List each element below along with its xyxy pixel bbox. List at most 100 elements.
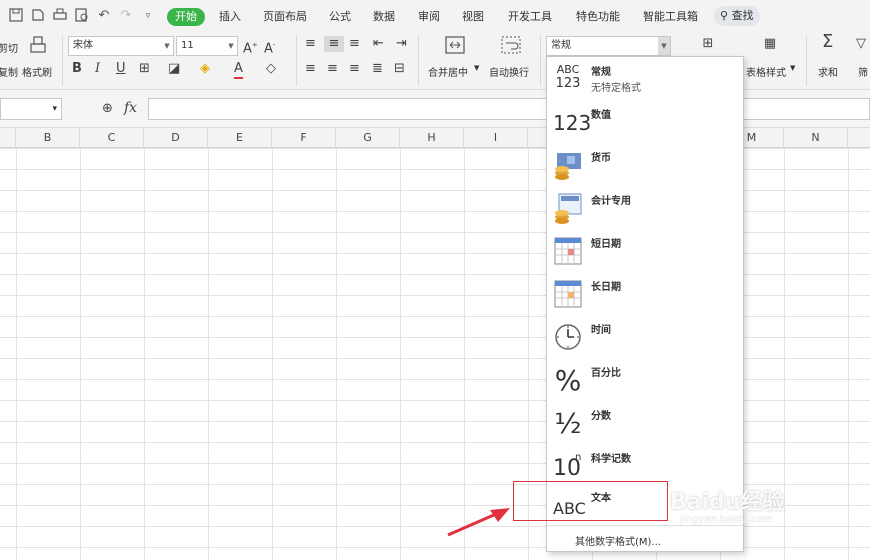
format-item-currency[interactable]: 货币 [547,145,743,187]
ribbon-divider [296,36,297,86]
table-style-button[interactable]: 表格样式 [746,64,786,79]
font-color-icon[interactable]: A [234,61,243,79]
clear-format-icon[interactable]: ◇ [266,61,276,77]
watermark-url: jingyan.baidu.com [680,514,773,525]
format-item-accounting[interactable]: 会计专用 [547,188,743,230]
tab-page-layout[interactable]: 页面布局 [263,8,307,26]
chevron-down-icon: ▼ [228,42,234,50]
justify-icon[interactable]: ≣ [372,61,383,77]
column-header-n[interactable]: N [784,128,848,148]
font-name-select[interactable]: 宋体 ▼ [68,36,174,56]
menu-divider [547,525,743,526]
font-size-value: 11 [181,40,194,51]
align-bottom-icon[interactable]: ≡ [349,36,360,52]
bold-icon[interactable]: B [72,61,82,77]
ribbon-divider [418,36,419,86]
align-middle-icon[interactable]: ≡ [324,36,344,52]
format-item-time[interactable]: 时间 [547,317,743,359]
highlight-box [513,481,668,521]
format-item-short-date[interactable]: 短日期 [547,231,743,273]
chevron-down-icon: ▼ [474,64,480,72]
merge-center-button[interactable]: 合并居中 [428,64,468,79]
tab-insert[interactable]: 插入 [219,8,241,26]
number-123-icon: 123 [553,111,592,135]
tab-data[interactable]: 数据 [373,8,395,26]
tab-view[interactable]: 视图 [462,8,484,26]
format-item-percent[interactable]: % 百分比 [547,360,743,402]
conditional-format-icon[interactable]: ⊞ [698,36,718,52]
decrease-font-size-icon[interactable]: A- [264,37,275,57]
column-header-b[interactable]: B [16,128,80,148]
zoom-icon[interactable]: ⊕ [102,101,113,117]
cut-button[interactable]: 剪切 [0,40,18,55]
save-icon[interactable] [8,8,24,24]
column-header-h[interactable]: H [400,128,464,148]
ribbon-divider [806,36,807,86]
sum-button[interactable]: 求和 [818,64,838,79]
font-size-select[interactable]: 11 ▼ [176,36,238,56]
chevron-down-icon: ▼ [658,37,670,55]
print-icon[interactable] [52,8,68,24]
italic-icon[interactable]: I [95,61,100,77]
column-header-e[interactable]: E [208,128,272,148]
chevron-down-icon: ▼ [790,64,796,72]
format-item-long-date[interactable]: 长日期 [547,274,743,316]
tab-review[interactable]: 审阅 [418,8,440,26]
short-date-calendar-icon [553,235,583,267]
format-item-fraction[interactable]: ½ 分数 [547,403,743,445]
fraction-icon: ½ [554,407,582,440]
copy-button[interactable]: 复制 [0,64,18,79]
tab-home[interactable]: 开始 [167,8,205,26]
format-painter-button[interactable]: 格式刷 [22,64,52,79]
column-header-f[interactable]: F [272,128,336,148]
format-item-number[interactable]: 123 数值 [547,102,743,144]
align-center-icon[interactable]: ≡ [327,61,338,77]
column-header-d[interactable]: D [144,128,208,148]
long-date-calendar-icon [553,278,583,310]
fill-color-icon[interactable]: ◈ [200,61,210,77]
column-header-i[interactable]: I [464,128,528,148]
name-box[interactable]: ▾ [0,98,62,120]
underline-icon[interactable]: U [116,61,126,77]
indent-decrease-icon[interactable]: ⇤ [373,36,384,52]
tab-formulas[interactable]: 公式 [329,8,351,26]
filter-icon: ▽ [856,36,866,51]
align-top-icon[interactable]: ≡ [305,36,316,52]
sum-icon: Σ [822,31,834,52]
abc-123-icon: ABC 123 [555,63,581,91]
redo-icon[interactable]: ↷ [118,8,134,24]
print-preview-icon[interactable] [74,8,90,24]
undo-icon[interactable]: ↶ [96,8,112,24]
search-tab[interactable]: ⚲ 查找 [714,6,760,26]
format-painter-icon [28,36,48,59]
watermark: Baidu经验 [670,490,785,515]
table-style-icon: ▦ [763,36,777,51]
column-header-c[interactable]: C [80,128,144,148]
indent-increase-icon[interactable]: ⇥ [396,36,407,52]
more-number-formats-item[interactable]: 其他数字格式(M)... [575,533,661,548]
fill-pattern-icon[interactable]: ◪ [168,61,180,77]
tab-developer[interactable]: 开发工具 [508,8,552,26]
tab-special-features[interactable]: 特色功能 [576,8,620,26]
align-right-icon[interactable]: ≡ [349,61,360,77]
auto-wrap-icon [501,36,521,59]
distributed-icon[interactable]: ⊟ [394,61,405,77]
number-format-select[interactable]: 常规 ▼ [546,36,671,56]
scientific-icon: 10 n [553,452,582,481]
output-pdf-icon[interactable] [30,8,46,24]
number-format-value: 常规 [551,40,571,51]
auto-wrap-button[interactable]: 自动换行 [489,64,529,79]
customize-toolbar-icon[interactable]: ▿ [140,8,156,24]
font-name-value: 宋体 [73,40,93,51]
formula-input[interactable] [148,98,870,120]
tab-smart-toolbox[interactable]: 智能工具箱 [643,8,698,26]
number-format-dropdown: ABC 123 常规 无特定格式 123 数值 货币 会计专用 短日期 长日期 … [546,56,744,552]
filter-button[interactable]: 筛 [858,64,868,79]
border-icon[interactable]: ⊞ [139,61,150,77]
align-left-icon[interactable]: ≡ [305,61,316,77]
column-header[interactable] [0,128,16,148]
fx-button[interactable]: fx [124,100,137,116]
increase-font-size-icon[interactable]: A+ [243,37,258,57]
column-header-g[interactable]: G [336,128,400,148]
format-item-general[interactable]: ABC 123 常规 无特定格式 [547,59,743,101]
